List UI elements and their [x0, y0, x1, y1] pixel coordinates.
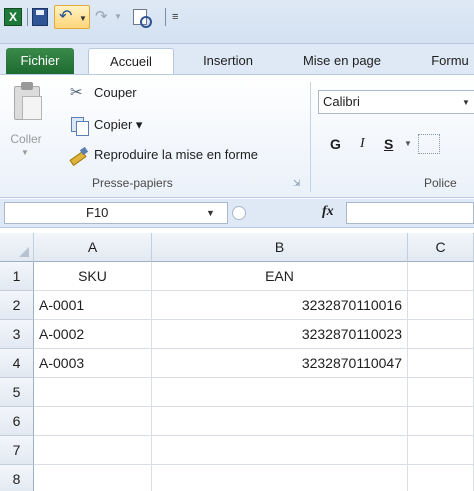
print-preview-icon[interactable] [132, 8, 152, 28]
undo-icon: ↶ [59, 8, 73, 25]
table-row: 6 [0, 407, 474, 436]
underline-button[interactable]: S [384, 134, 393, 154]
cell[interactable] [408, 320, 474, 349]
format-painter-icon [70, 146, 88, 164]
cell[interactable]: A-0003 [34, 349, 152, 378]
ribbon-tabs: Fichier Accueil Insertion Mise en page F… [0, 44, 474, 74]
row-header[interactable]: 7 [0, 436, 34, 465]
customize-toolbar-icon[interactable]: ≡ [172, 8, 182, 26]
cell[interactable] [152, 436, 408, 465]
table-row: 4 A-0003 3232870110047 [0, 349, 474, 378]
cell[interactable]: 3232870110047 [152, 349, 408, 378]
font-group-label: Police [424, 176, 457, 190]
chevron-down-icon[interactable]: ▼ [21, 148, 29, 157]
save-icon[interactable] [32, 8, 48, 26]
row-header[interactable]: 8 [0, 465, 34, 491]
name-box-value: F10 [86, 205, 109, 220]
tab-home[interactable]: Accueil [88, 48, 174, 74]
cell[interactable] [34, 465, 152, 491]
cell[interactable] [152, 378, 408, 407]
cell[interactable] [152, 465, 408, 491]
column-header[interactable]: A [34, 233, 152, 262]
cell[interactable]: 3232870110016 [152, 291, 408, 320]
dialog-launcher-icon[interactable]: ⇲ [293, 178, 303, 188]
clipboard-group-label: Presse-papiers [92, 176, 173, 190]
name-box[interactable] [4, 202, 228, 224]
cell[interactable]: EAN [152, 262, 408, 291]
table-row: 7 [0, 436, 474, 465]
scissors-icon: ✂ [70, 84, 83, 101]
row-header[interactable]: 3 [0, 320, 34, 349]
cell[interactable] [408, 349, 474, 378]
cell[interactable]: A-0002 [34, 320, 152, 349]
copy-label: Copier ▾ [94, 117, 143, 132]
row-header[interactable]: 2 [0, 291, 34, 320]
copy-icon [70, 116, 89, 136]
toolbar-divider [165, 8, 166, 26]
chevron-down-icon[interactable]: ▼ [404, 134, 412, 154]
tab-insert[interactable]: Insertion [184, 48, 272, 74]
format-painter-label: Reproduire la mise en forme [94, 147, 259, 162]
cut-label: Couper [94, 85, 137, 100]
borders-icon[interactable] [418, 134, 440, 154]
table-row: 8 [0, 465, 474, 491]
insert-function-icon[interactable]: fx [322, 204, 334, 220]
table-row: 1 SKU EAN [0, 262, 474, 291]
bold-button[interactable]: G [330, 134, 341, 154]
cell[interactable] [408, 262, 474, 291]
italic-button[interactable]: I [360, 134, 365, 154]
cell[interactable]: A-0001 [34, 291, 152, 320]
chevron-down-icon[interactable]: ▼ [462, 98, 470, 107]
tab-page-layout[interactable]: Mise en page [290, 48, 394, 74]
cell[interactable] [408, 407, 474, 436]
group-divider [310, 82, 311, 192]
formula-bar-handle[interactable] [232, 206, 246, 220]
toolbar-divider [27, 8, 28, 26]
cell[interactable] [408, 378, 474, 407]
cell[interactable] [408, 465, 474, 491]
column-header[interactable]: C [408, 233, 474, 262]
cell[interactable] [34, 436, 152, 465]
excel-icon[interactable]: X [4, 8, 22, 26]
chevron-down-icon[interactable]: ▼ [79, 14, 87, 23]
quick-access-toolbar: X ↶ ▼ ↷ ▼ ≡ [0, 0, 474, 44]
cell[interactable]: 3232870110023 [152, 320, 408, 349]
cell[interactable] [34, 407, 152, 436]
paste-icon[interactable] [10, 82, 46, 126]
column-header[interactable]: B [152, 233, 408, 262]
cell[interactable] [34, 378, 152, 407]
cell[interactable]: SKU [34, 262, 152, 291]
cell[interactable] [152, 407, 408, 436]
select-all-corner[interactable] [0, 233, 34, 262]
formula-input[interactable] [346, 202, 474, 224]
chevron-down-icon[interactable]: ▼ [114, 8, 122, 26]
chevron-down-icon[interactable]: ▼ [206, 208, 215, 218]
row-header[interactable]: 6 [0, 407, 34, 436]
table-row: 3 A-0002 3232870110023 [0, 320, 474, 349]
font-name-select[interactable]: Calibri [318, 90, 474, 114]
row-header[interactable]: 4 [0, 349, 34, 378]
tab-file[interactable]: Fichier [6, 48, 74, 74]
redo-icon[interactable]: ↷ [95, 8, 111, 26]
table-row: 2 A-0001 3232870110016 [0, 291, 474, 320]
table-row: 5 [0, 378, 474, 407]
row-header[interactable]: 1 [0, 262, 34, 291]
tab-formulas[interactable]: Formu [420, 48, 474, 74]
undo-button[interactable]: ↶ ▼ [54, 5, 90, 29]
row-header[interactable]: 5 [0, 378, 34, 407]
paste-button-label[interactable]: Coller [6, 132, 46, 146]
cell[interactable] [408, 436, 474, 465]
cell[interactable] [408, 291, 474, 320]
